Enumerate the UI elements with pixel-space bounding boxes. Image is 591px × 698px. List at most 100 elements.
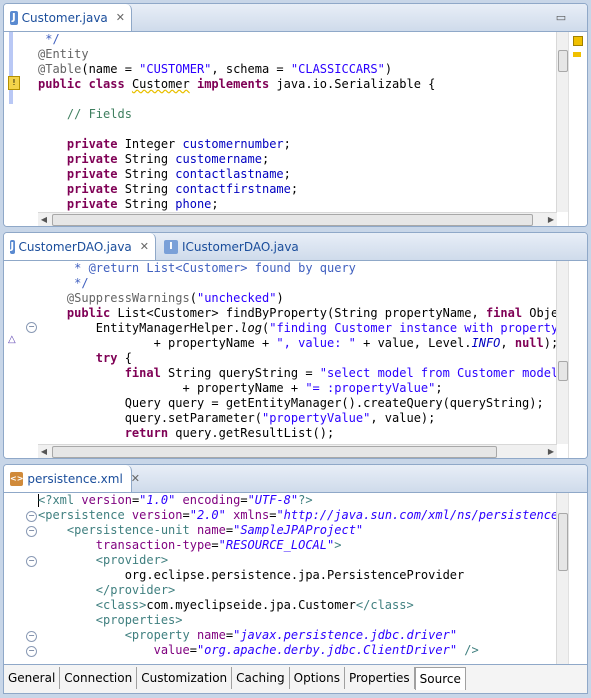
code-line[interactable]: private String contactfirstname;: [38, 182, 569, 197]
code-line[interactable]: @Entity: [38, 47, 569, 62]
code-line[interactable]: <?xml version="1.0" encoding="UTF-8"?>: [38, 493, 569, 508]
code-line[interactable]: @SuppressWarnings("unchecked"): [38, 291, 569, 306]
code-line[interactable]: private String phone;: [38, 197, 569, 212]
warning-marker: [573, 36, 583, 46]
code-line[interactable]: + propertyName + ", value: " + value, Le…: [38, 336, 569, 351]
code-token: "org.apache.derby.jdbc.ClientDriver": [196, 643, 458, 657]
code-line[interactable]: return query.getResultList();: [38, 426, 569, 441]
code-line[interactable]: private Integer customernumber;: [38, 137, 569, 152]
fold-collapse-icon[interactable]: −: [26, 646, 37, 657]
h-scroll-thumb[interactable]: [52, 446, 497, 458]
scroll-thumb[interactable]: [558, 513, 568, 571]
code-line[interactable]: */: [38, 276, 569, 291]
code-line[interactable]: org.eclipse.persistence.jpa.PersistenceP…: [38, 568, 569, 583]
code-line[interactable]: Query query = getEntityManager().createQ…: [38, 396, 569, 411]
code-line[interactable]: private String contactlastname;: [38, 167, 569, 182]
code-line[interactable]: [38, 122, 569, 137]
fold-collapse-icon[interactable]: −: [26, 322, 37, 333]
code-line[interactable]: <property name="javax.persistence.jdbc.d…: [38, 628, 569, 643]
tab-persistence-xml[interactable]: <> persistence.xml ✕: [4, 465, 140, 492]
horizontal-scrollbar[interactable]: ◀ ▶: [38, 212, 557, 226]
code-line[interactable]: */: [38, 32, 569, 47]
page-tab-customization[interactable]: Customization: [137, 667, 233, 689]
scroll-thumb[interactable]: [558, 361, 568, 381]
code-token: "CUSTOMER": [139, 62, 212, 76]
code-token: ): [276, 291, 284, 305]
page-tab-connection[interactable]: Connection: [60, 667, 138, 689]
code-token: "unchecked": [196, 291, 277, 305]
persistence-editor-page-tabs: General Connection Customization Caching Opt…: [3, 664, 588, 694]
tab-label: ICustomerDAO.java: [182, 239, 299, 254]
code-area[interactable]: * @return List<Customer> found by query …: [38, 261, 569, 444]
code-token: @Entity: [38, 47, 89, 61]
scroll-left-icon[interactable]: ◀: [38, 213, 50, 226]
code-token: "= :propertyValue": [305, 381, 436, 395]
h-scroll-thumb[interactable]: [52, 214, 533, 226]
page-tab-general[interactable]: General: [4, 667, 61, 689]
scroll-thumb[interactable]: [558, 50, 568, 72]
code-token: contactfirstname: [175, 182, 291, 196]
code-line[interactable]: EntityManagerHelper.log("finding Custome…: [38, 321, 569, 336]
code-area[interactable]: */@Entity @Table(name = "CUSTOMER", schem…: [38, 32, 569, 212]
code-line[interactable]: public class Customer implements java.io…: [38, 77, 569, 92]
code-line[interactable]: @Table(name = "CUSTOMER", schema = "CLAS…: [38, 62, 569, 77]
minimize-icon[interactable]: ▭: [555, 11, 567, 24]
close-tab-icon[interactable]: ✕: [131, 472, 140, 485]
fold-collapse-icon[interactable]: −: [26, 556, 37, 567]
tab-icustomer-dao-java[interactable]: I ICustomerDAO.java: [158, 233, 308, 260]
code-token: />: [457, 643, 479, 657]
code-token: */: [38, 32, 60, 46]
code-token: value: [153, 643, 190, 657]
code-line[interactable]: <properties>: [38, 613, 569, 628]
code-token: "CLASSICCARS": [290, 62, 385, 76]
fold-collapse-icon[interactable]: −: [26, 631, 37, 642]
tab-customer-java[interactable]: J Customer.java ✕: [4, 4, 132, 31]
code-line[interactable]: final String queryString = "select model…: [38, 366, 569, 381]
code-token: "2.0": [189, 508, 226, 522]
code-token: private: [66, 167, 118, 181]
tab-customer-dao-java[interactable]: J CustomerDAO.java ✕: [4, 233, 156, 260]
page-tab-caching[interactable]: Caching: [232, 667, 290, 689]
code-token: "http://java.sun.com/xml/ns/persistence": [276, 508, 566, 522]
code-line[interactable]: value="org.apache.derby.jdbc.ClientDrive…: [38, 643, 569, 658]
code-area[interactable]: <?xml version="1.0" encoding="UTF-8"?> <p…: [38, 493, 569, 666]
code-line[interactable]: <class>com.myeclipseide.jpa.Customer</cl…: [38, 598, 569, 613]
code-token: =: [211, 538, 219, 552]
scroll-right-icon[interactable]: ▶: [545, 445, 557, 458]
code-line[interactable]: query.setParameter("propertyValue", valu…: [38, 411, 569, 426]
code-token: </class>: [355, 598, 414, 612]
code-token: String: [117, 167, 176, 181]
close-tab-icon[interactable]: ✕: [116, 11, 125, 24]
page-tab-properties[interactable]: Properties: [344, 667, 415, 689]
code-token: @return: [88, 261, 140, 275]
code-line[interactable]: + propertyName + "= :propertyValue";: [38, 381, 569, 396]
page-tab-source[interactable]: Source: [414, 667, 466, 690]
page-tab-options[interactable]: Options: [289, 667, 345, 689]
code-line[interactable]: * @return List<Customer> found by query: [38, 261, 569, 276]
code-line[interactable]: // Fields: [38, 107, 569, 122]
code-token: *: [38, 261, 89, 275]
code-line[interactable]: private String customername;: [38, 152, 569, 167]
scroll-right-icon[interactable]: ▶: [545, 213, 557, 226]
code-line[interactable]: transaction-type="RESOURCE_LOCAL">: [38, 538, 569, 553]
scroll-left-icon[interactable]: ◀: [38, 445, 50, 458]
code-token: =: [240, 493, 248, 507]
close-tab-icon[interactable]: ✕: [140, 240, 149, 253]
code-line[interactable]: <persistence-unit name="SampleJPAProject…: [38, 523, 569, 538]
code-line[interactable]: [38, 92, 569, 107]
code-token: // Fields: [66, 107, 132, 121]
fold-collapse-icon[interactable]: −: [26, 511, 37, 522]
code-line[interactable]: public List<Customer> findByProperty(Str…: [38, 306, 569, 321]
code-line[interactable]: </provider>: [38, 583, 569, 598]
code-line[interactable]: <persistence version="2.0" xmlns="http:/…: [38, 508, 569, 523]
code-line[interactable]: try {: [38, 351, 569, 366]
code-line[interactable]: <provider>: [38, 553, 569, 568]
horizontal-scrollbar[interactable]: ◀ ▶: [38, 444, 557, 458]
code-token: private: [66, 182, 118, 196]
fold-collapse-icon[interactable]: −: [26, 526, 37, 537]
